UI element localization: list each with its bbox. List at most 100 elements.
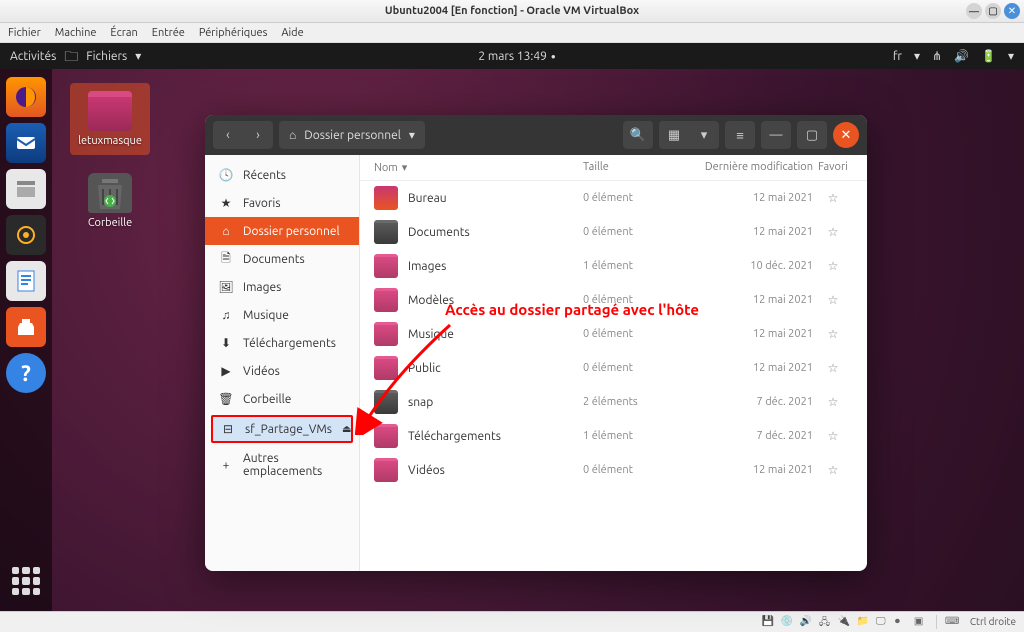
col-name[interactable]: Nom▾ bbox=[374, 161, 583, 174]
file-date: 7 déc. 2021 bbox=[683, 396, 813, 408]
sidebar-item-musique[interactable]: ♫Musique bbox=[205, 301, 359, 329]
star-icon[interactable]: ☆ bbox=[813, 361, 853, 375]
activities-button[interactable]: Activités bbox=[10, 50, 56, 63]
shared-folder-icon[interactable]: 📁 bbox=[857, 615, 871, 629]
col-favori[interactable]: Favori bbox=[813, 161, 853, 174]
star-icon[interactable]: ☆ bbox=[813, 395, 853, 409]
maximize-window-button[interactable]: ▢ bbox=[797, 121, 827, 149]
file-name: snap bbox=[408, 396, 583, 409]
star-icon[interactable]: ☆ bbox=[813, 463, 853, 477]
dock: ? bbox=[0, 69, 52, 611]
file-name: Vidéos bbox=[408, 464, 583, 477]
sidebar-item-shared-folder[interactable]: ⊟sf_Partage_VMs⏏ bbox=[211, 415, 353, 443]
star-icon[interactable]: ☆ bbox=[813, 259, 853, 273]
file-row[interactable]: Images1 élément10 déc. 2021☆ bbox=[360, 249, 867, 283]
star-icon[interactable]: ☆ bbox=[813, 225, 853, 239]
sidebar-item-recents[interactable]: 🕓Récents bbox=[205, 161, 359, 189]
sidebar-item-home[interactable]: ⌂Dossier personnel bbox=[205, 217, 359, 245]
usb-icon[interactable]: 🔌 bbox=[838, 615, 852, 629]
vbox-statusbar: 💾 💿 🔊 🖧 🔌 📁 🖵 ⏺ ▣ ⌨ Ctrl droite bbox=[0, 611, 1024, 631]
menu-machine[interactable]: Machine bbox=[55, 27, 97, 39]
battery-icon[interactable]: 🔋 bbox=[981, 49, 996, 63]
system-chevron[interactable]: ▾ bbox=[1008, 49, 1014, 63]
menu-entree[interactable]: Entrée bbox=[152, 27, 185, 39]
star-icon[interactable]: ☆ bbox=[813, 191, 853, 205]
network-icon[interactable]: ⋔ bbox=[932, 49, 942, 63]
col-modified[interactable]: Dernière modification bbox=[683, 161, 813, 174]
clock-icon: 🕓 bbox=[219, 168, 233, 182]
close-button[interactable]: ✕ bbox=[1004, 3, 1020, 19]
menu-peripheriques[interactable]: Périphériques bbox=[199, 27, 267, 39]
menu-aide[interactable]: Aide bbox=[281, 27, 303, 39]
sidebar-item-videos[interactable]: ▶Vidéos bbox=[205, 357, 359, 385]
file-row[interactable]: Téléchargements1 élément7 déc. 2021☆ bbox=[360, 419, 867, 453]
star-icon[interactable]: ☆ bbox=[813, 327, 853, 341]
sidebar-item-documents[interactable]: 🗎Documents bbox=[205, 245, 359, 273]
cpu-icon[interactable]: ▣ bbox=[914, 615, 928, 629]
dock-help[interactable]: ? bbox=[6, 353, 46, 393]
download-icon: ⬇ bbox=[219, 336, 233, 350]
lang-indicator[interactable]: fr bbox=[893, 50, 902, 63]
close-window-button[interactable]: ✕ bbox=[833, 122, 859, 148]
file-row[interactable]: Public0 élément12 mai 2021☆ bbox=[360, 351, 867, 385]
file-row[interactable]: Musique0 élément12 mai 2021☆ bbox=[360, 317, 867, 351]
file-row[interactable]: Bureau0 élément12 mai 2021☆ bbox=[360, 181, 867, 215]
nautilus-headerbar: ‹ › ⌂ Dossier personnel ▾ 🔍 ▦ ▾ ≡ — ▢ ✕ bbox=[205, 115, 867, 155]
dock-thunderbird[interactable] bbox=[6, 123, 46, 163]
desktop-icon-folder[interactable]: letuxmasque bbox=[70, 83, 150, 155]
annotation-text: Accès au dossier partagé avec l'hôte bbox=[445, 301, 699, 318]
hd-icon[interactable]: 💾 bbox=[762, 615, 776, 629]
file-row[interactable]: Documents0 élément12 mai 2021☆ bbox=[360, 215, 867, 249]
menu-ecran[interactable]: Écran bbox=[110, 27, 137, 39]
minimize-button[interactable]: — bbox=[966, 3, 982, 19]
dock-apps-grid[interactable] bbox=[8, 563, 44, 599]
audio-icon[interactable]: 🔊 bbox=[800, 615, 814, 629]
ubuntu-desktop: Activités 🗀 Fichiers ▾ 2 mars 13:49 ● fr… bbox=[0, 43, 1024, 611]
desktop-icons: letuxmasque Corbeille bbox=[70, 83, 150, 247]
minimize-window-button[interactable]: — bbox=[761, 121, 791, 149]
dock-software[interactable] bbox=[6, 307, 46, 347]
view-grid-button[interactable]: ▦ bbox=[659, 121, 689, 149]
back-button[interactable]: ‹ bbox=[213, 121, 243, 149]
file-date: 10 déc. 2021 bbox=[683, 260, 813, 272]
sidebar-item-telechargements[interactable]: ⬇Téléchargements bbox=[205, 329, 359, 357]
sidebar-item-other-locations[interactable]: +Autres emplacements bbox=[205, 445, 359, 485]
file-row[interactable]: Vidéos0 élément12 mai 2021☆ bbox=[360, 453, 867, 487]
sidebar-item-corbeille[interactable]: 🗑Corbeille bbox=[205, 385, 359, 413]
home-icon: ⌂ bbox=[289, 128, 296, 142]
cd-icon[interactable]: 💿 bbox=[781, 615, 795, 629]
volume-icon[interactable]: 🔊 bbox=[954, 49, 969, 63]
recording-icon[interactable]: ⏺ bbox=[895, 615, 909, 629]
file-row[interactable]: snap2 éléments7 déc. 2021☆ bbox=[360, 385, 867, 419]
hamburger-menu-button[interactable]: ≡ bbox=[725, 121, 755, 149]
eject-icon[interactable]: ⏏ bbox=[342, 423, 351, 435]
forward-button[interactable]: › bbox=[243, 121, 273, 149]
nautilus-content: Nom▾ Taille Dernière modification Favori… bbox=[360, 155, 867, 571]
datetime[interactable]: 2 mars 13:49 bbox=[478, 50, 547, 63]
column-headers: Nom▾ Taille Dernière modification Favori bbox=[360, 155, 867, 181]
path-bar[interactable]: ⌂ Dossier personnel ▾ bbox=[279, 121, 425, 149]
file-list: Bureau0 élément12 mai 2021☆Documents0 él… bbox=[360, 181, 867, 571]
desktop-icon-trash[interactable]: Corbeille bbox=[70, 173, 150, 229]
file-size: 0 élément bbox=[583, 192, 683, 204]
view-dropdown-button[interactable]: ▾ bbox=[689, 121, 719, 149]
sidebar-item-images[interactable]: 🖼Images bbox=[205, 273, 359, 301]
menu-fichier[interactable]: Fichier bbox=[8, 27, 41, 39]
display-icon[interactable]: 🖵 bbox=[876, 615, 890, 629]
dock-firefox[interactable] bbox=[6, 77, 46, 117]
network-icon[interactable]: 🖧 bbox=[819, 615, 833, 629]
dock-rhythmbox[interactable] bbox=[6, 215, 46, 255]
dock-libreoffice[interactable] bbox=[6, 261, 46, 301]
app-name[interactable]: Fichiers bbox=[86, 50, 127, 63]
music-icon: ♫ bbox=[219, 308, 233, 322]
trash-icon: 🗑 bbox=[219, 392, 233, 406]
star-icon[interactable]: ☆ bbox=[813, 293, 853, 307]
star-icon[interactable]: ☆ bbox=[813, 429, 853, 443]
search-button[interactable]: 🔍 bbox=[623, 121, 653, 149]
dock-files[interactable] bbox=[6, 169, 46, 209]
sidebar-item-favoris[interactable]: ★Favoris bbox=[205, 189, 359, 217]
col-size[interactable]: Taille bbox=[583, 161, 683, 174]
file-date: 12 mai 2021 bbox=[683, 226, 813, 238]
star-icon: ★ bbox=[219, 196, 233, 210]
maximize-button[interactable]: ▢ bbox=[985, 3, 1001, 19]
